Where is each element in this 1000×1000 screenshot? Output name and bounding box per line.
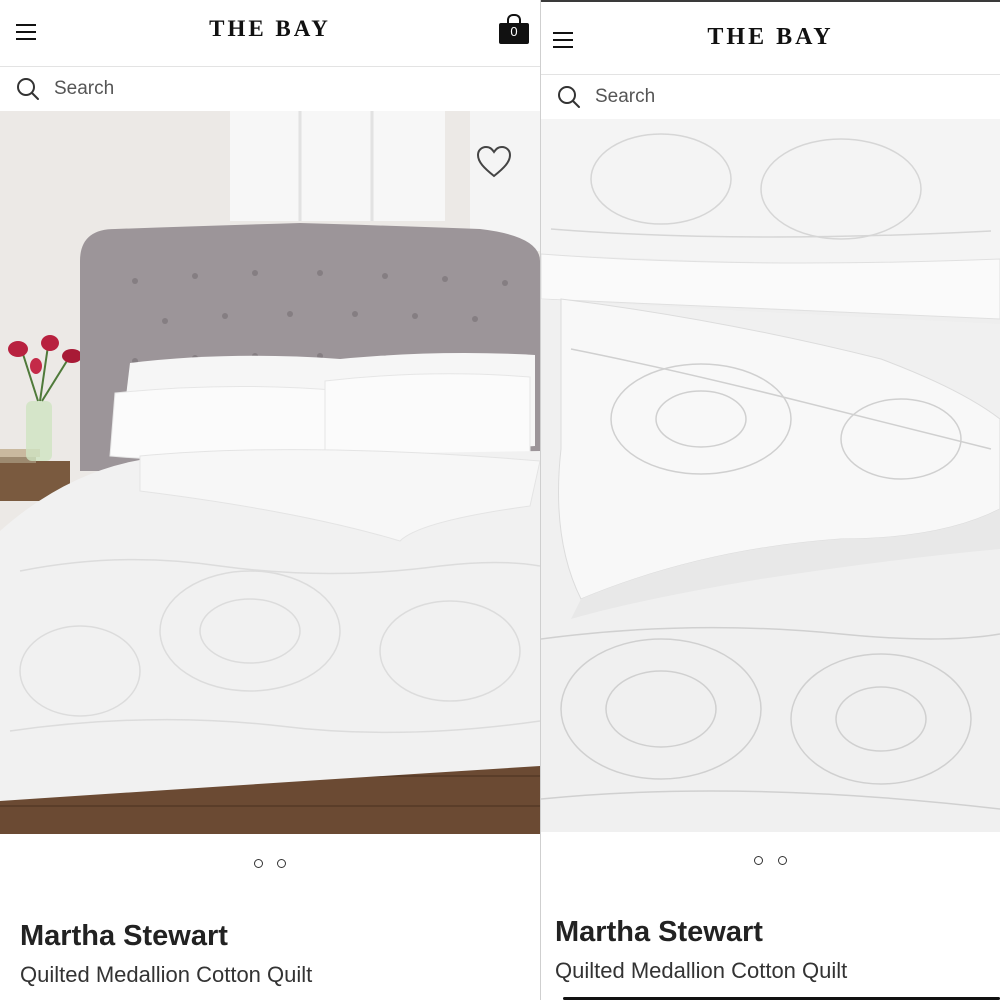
product-name[interactable]: Quilted Medallion Cotton Quilt — [20, 962, 312, 988]
product-name[interactable]: Quilted Medallion Cotton Quilt — [555, 958, 847, 984]
product-brand[interactable]: Martha Stewart — [20, 920, 228, 953]
search-input[interactable] — [593, 83, 997, 111]
carousel-dot-2[interactable] — [777, 856, 787, 865]
search-icon[interactable] — [557, 85, 581, 109]
carousel-dot-2[interactable] — [277, 859, 287, 868]
search-icon[interactable] — [16, 77, 40, 101]
carousel-indicator — [541, 852, 1000, 870]
product-brand[interactable]: Martha Stewart — [555, 916, 763, 949]
search-input[interactable] — [52, 75, 456, 103]
shopping-bag-icon[interactable]: 0 — [499, 14, 529, 44]
product-image[interactable] — [541, 119, 1000, 832]
search-bar — [0, 67, 540, 112]
product-screen-right: THE BAY Search Martha Stewart Quilted Me… — [541, 0, 1000, 1000]
carousel-dot-1[interactable] — [754, 856, 764, 865]
site-header: THE BAY — [541, 2, 1000, 75]
heart-icon[interactable] — [476, 145, 512, 179]
site-logo[interactable]: THE BAY — [541, 24, 1000, 51]
product-screen-left: THE BAY 0 Search Martha Stewart Quilted … — [0, 0, 540, 1000]
site-logo[interactable]: THE BAY — [0, 16, 540, 42]
site-header: THE BAY 0 — [0, 0, 540, 67]
search-bar — [541, 75, 1000, 120]
cart-count: 0 — [510, 24, 518, 39]
carousel-indicator — [0, 855, 540, 873]
product-image[interactable] — [0, 111, 540, 834]
carousel-dot-1[interactable] — [253, 859, 263, 868]
